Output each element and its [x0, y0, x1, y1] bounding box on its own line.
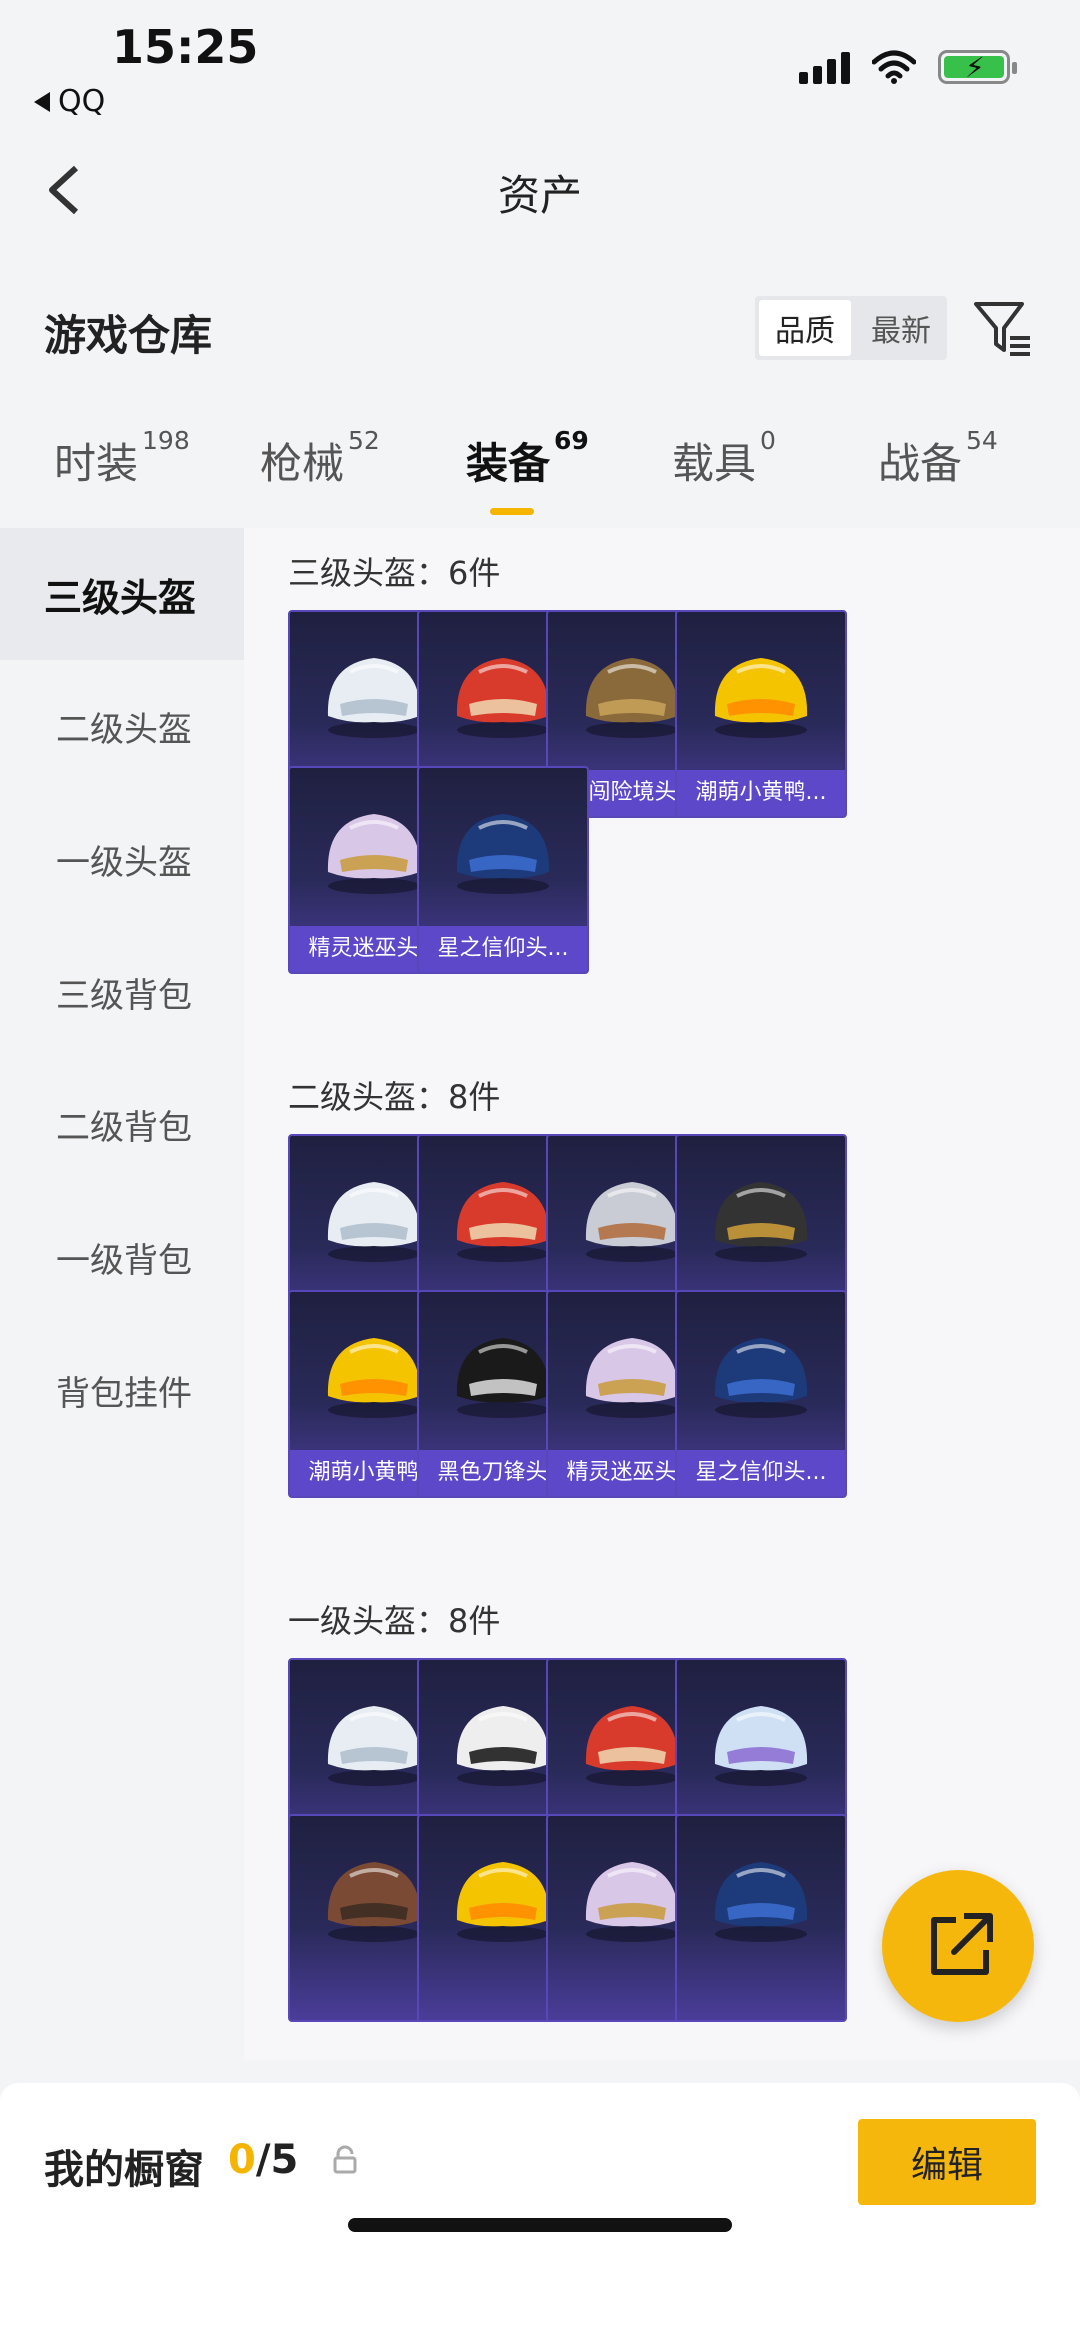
tab-fashion[interactable]: 时装 198 — [54, 426, 190, 491]
category-tabs: 时装 198 枪械 52 装备 69 载具 0 战备 54 — [0, 426, 1080, 530]
sort-toggle: 品质 最新 — [755, 296, 947, 360]
helmet-viking-icon — [714, 1182, 808, 1262]
section-title-level2: 二级头盔：8件 — [288, 1078, 501, 1116]
sidebar-item-level2-helmet[interactable]: 二级头盔 — [0, 660, 244, 792]
sidebar: 三级头盔 二级头盔 一级头盔 三级背包 二级背包 一级背包 背包挂件 — [0, 528, 244, 2060]
item-card[interactable]: 星之信仰头... — [417, 766, 589, 974]
status-bar: 15:25 QQ ⚡ — [0, 0, 1080, 130]
item-name: 潮萌小黄鸭... — [677, 770, 845, 816]
status-time: 15:25 — [112, 20, 259, 74]
item-card[interactable] — [675, 1814, 847, 2022]
back-app-label: QQ — [58, 84, 106, 119]
sort-newest-button[interactable]: 最新 — [855, 296, 947, 360]
share-external-icon — [931, 1913, 993, 1975]
tab-vehicles[interactable]: 载具 0 — [672, 426, 776, 491]
share-button[interactable] — [882, 1870, 1034, 2022]
showcase-count: 0/5 — [228, 2137, 299, 2183]
cellular-signal-icon — [799, 50, 850, 84]
warehouse-title: 游戏仓库 — [44, 311, 213, 360]
back-to-app-link[interactable]: QQ — [34, 84, 105, 119]
sidebar-item-backpack-charm[interactable]: 背包挂件 — [0, 1324, 244, 1456]
page-title: 资产 — [497, 171, 582, 220]
showcase-label: 我的橱窗 — [44, 2147, 204, 2193]
section-title-level3: 三级头盔：6件 — [288, 554, 501, 592]
back-triangle-icon — [34, 91, 50, 112]
page: 15:25 QQ ⚡ 资产 游戏仓库 品质 最新 时装 198 枪械 52 装备… — [0, 0, 1080, 2337]
sidebar-item-level1-backpack[interactable]: 一级背包 — [0, 1191, 244, 1323]
helmet-duck-icon — [714, 658, 808, 738]
helmet-flight-icon — [714, 1706, 808, 1786]
helmet-star-icon — [714, 1338, 808, 1418]
showcase-bar: 我的橱窗 0/5 编辑 — [0, 2083, 1080, 2337]
lock-icon — [333, 2145, 357, 2174]
tab-equipment[interactable]: 装备 69 — [466, 426, 589, 491]
edit-button[interactable]: 编辑 — [858, 2119, 1036, 2205]
wifi-icon — [872, 50, 916, 84]
warehouse-header: 游戏仓库 品质 最新 — [0, 290, 1080, 370]
sidebar-item-level3-backpack[interactable]: 三级背包 — [0, 926, 244, 1058]
sidebar-item-level1-helmet[interactable]: 一级头盔 — [0, 793, 244, 925]
nav-bar: 资产 — [0, 140, 1080, 240]
sidebar-item-level3-helmet[interactable]: 三级头盔 — [0, 528, 244, 660]
item-grid: 三级头盔：6件 二级头盔：8件 一级头盔：8件 云水剑心头...虎虎生威头...… — [244, 528, 1080, 2060]
item-name: 星之信仰头... — [677, 1450, 845, 1496]
item-card[interactable]: 星之信仰头... — [675, 1290, 847, 1498]
home-indicator — [348, 2218, 732, 2232]
status-icons: ⚡ — [799, 50, 1017, 84]
filter-icon[interactable] — [972, 298, 1034, 360]
sort-quality-button[interactable]: 品质 — [759, 300, 851, 356]
active-tab-indicator — [490, 508, 534, 515]
tab-supplies[interactable]: 战备 54 — [878, 426, 998, 491]
item-card[interactable]: 潮萌小黄鸭... — [675, 610, 847, 818]
tab-weapons[interactable]: 枪械 52 — [260, 426, 380, 491]
sidebar-item-level2-backpack[interactable]: 二级背包 — [0, 1058, 244, 1190]
helmet-star-icon — [456, 814, 550, 894]
section-title-level1: 一级头盔：8件 — [288, 1602, 501, 1640]
item-name: 星之信仰头... — [419, 926, 587, 972]
battery-charging-icon: ⚡ — [938, 50, 1017, 84]
helmet-star-icon — [714, 1862, 808, 1942]
